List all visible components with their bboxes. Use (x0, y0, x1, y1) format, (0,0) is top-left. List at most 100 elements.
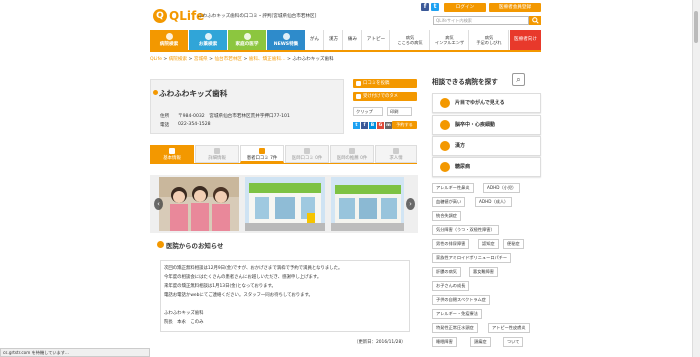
nav-label: 手足のしびれ (476, 40, 502, 45)
staff-photo[interactable] (159, 177, 239, 231)
notice-line: 次回の矯正無料相談は12月9日(金)ですが、おかげさまで満枠で予約で満員となりま… (164, 266, 343, 271)
share-mail-icon[interactable]: m (385, 122, 392, 129)
breadcrumb: QLife > 病院検索 > 宮城県 > 仙台市若林区 > 歯科、矯正歯科… >… (150, 57, 334, 62)
building-photo[interactable] (245, 177, 325, 231)
tab-label: 求人情 (389, 156, 403, 161)
reserve-button[interactable]: 予約する (392, 121, 417, 129)
building-photo-2-image (331, 177, 404, 231)
tag-link[interactable]: 統合失調症 (432, 211, 461, 221)
tab-label: 詳細情報 (208, 156, 226, 161)
clip-button[interactable]: クリップ (353, 107, 383, 116)
nav-news[interactable]: NEWS特集 (267, 30, 305, 50)
tab-basic-info[interactable]: 基本情報 (150, 145, 194, 163)
tag-link[interactable]: 肝膿の病気 (432, 267, 461, 277)
tag-link[interactable]: アトピー性皮膚炎 (488, 323, 530, 333)
scrollbar-thumb[interactable] (694, 11, 698, 43)
nav-influenza[interactable]: 病気 インフルエンザ (431, 30, 469, 50)
medical-staff-button[interactable]: 医療者向け (510, 30, 541, 50)
address-value: 〒984-0032 宮城県仙台市若林区荒井字押口77-101 (178, 114, 290, 119)
tag-link[interactable]: 男性の排尿障害 (432, 239, 470, 249)
notice-line: 電話お電話かwebにてご連絡ください。スタッフ一同お待ちしております。 (164, 293, 313, 298)
chevron-right-icon[interactable]: › (406, 198, 415, 210)
page-tagline: ふわふわキッズ歯科の口コミ・評判[宮城県仙台市若林区] (198, 14, 317, 19)
breadcrumb-item[interactable]: 仙台市若林区 (214, 57, 242, 62)
scrollbar[interactable] (692, 0, 700, 357)
tag-link[interactable]: ADHD（成人） (475, 197, 513, 207)
updated-date: （更新日：2016/11/28） (354, 340, 406, 345)
breadcrumb-item[interactable]: QLife (150, 57, 162, 62)
facebook-icon[interactable]: f (421, 3, 429, 11)
phone-value: 022-354-1528 (178, 122, 211, 127)
building-photo-2[interactable] (331, 177, 404, 231)
post-review-button[interactable]: 口コミを投稿 (353, 79, 417, 88)
tag-link[interactable]: 認知症 (478, 239, 499, 249)
breadcrumb-current: ふわふわキッズ歯科 (292, 57, 334, 62)
tag-link[interactable]: ADHD（小児） (483, 183, 521, 193)
tag-link[interactable]: 血糖値が高い (432, 197, 466, 207)
magnifier-icon (531, 17, 539, 24)
nav-cancer[interactable]: がん (306, 30, 324, 50)
detail-icon (214, 148, 220, 154)
breadcrumb-item[interactable]: 病院検索 (169, 57, 187, 62)
tag-link[interactable]: 子供の自閉スペクトラム症 (432, 295, 490, 305)
news-icon (282, 33, 290, 40)
tab-doctor-reviews[interactable]: 医師口コミ 0件 (285, 145, 329, 163)
print-button[interactable]: 印刷 (387, 107, 412, 116)
pill-icon (204, 33, 212, 40)
info-icon (169, 148, 175, 154)
notice-title: 医院からのお知らせ (166, 242, 224, 250)
tag-link[interactable]: ついて (503, 337, 524, 347)
chevron-left-icon[interactable]: ‹ (154, 198, 163, 210)
tag-link[interactable]: 家族性アミロイドポリニューロパチー (432, 253, 512, 263)
breadcrumb-item[interactable]: 宮城県 (194, 57, 208, 62)
tag-link[interactable]: お子さんの成長 (432, 281, 470, 291)
breadcrumb-item[interactable]: 歯科、矯正歯科… (249, 57, 286, 62)
tab-patient-reviews[interactable]: 患者口コミ 7件 (240, 145, 284, 163)
address-label: 住所 (160, 114, 170, 119)
nav-pain[interactable]: 痛み (344, 30, 362, 50)
tag-link[interactable]: アレルギー性鼻炎 (432, 183, 474, 193)
nav-drug-search[interactable]: お薬検索 (189, 30, 227, 50)
tag-link[interactable]: 頭痛症 (470, 337, 491, 347)
blood-drop-icon (440, 162, 450, 172)
notice-line: ふわふわキッズ歯科 (164, 311, 204, 316)
tab-underline (150, 163, 417, 164)
share-google-icon[interactable]: G (377, 122, 384, 129)
notice-line: 今年度の相談会にはたくさんの患者さんにお越しいただき、感謝申し上げます。 (164, 275, 322, 280)
tag-link[interactable]: 悪女難障害 (469, 267, 498, 277)
tag-link[interactable]: 特発性正常圧水頭症 (432, 323, 478, 333)
eye-icon (440, 98, 450, 108)
share-twitter-icon[interactable]: t (353, 122, 360, 129)
nav-hospital-search[interactable]: 病院検索 (150, 30, 188, 50)
logo-mark[interactable]: Q (153, 9, 167, 23)
nav-mental[interactable]: 病気 こころの病気 (391, 30, 430, 50)
tab-label: 医師口コミ 0件 (291, 156, 323, 161)
nav-home-medicine[interactable]: 家庭の医学 (228, 30, 266, 50)
twitter-icon[interactable]: t (431, 3, 439, 11)
nav-numbness[interactable]: 病気 手足のしびれ (470, 30, 509, 50)
search-icon[interactable]: ⌕ (512, 73, 525, 86)
nav-kampo[interactable]: 漢方 (325, 30, 343, 50)
member-register-button[interactable]: 医療者会員登録 (489, 3, 541, 12)
tab-detail-info[interactable]: 詳細情報 (195, 145, 239, 163)
clinic-name: ふわふわキッズ歯科 (159, 89, 228, 98)
site-search-input[interactable]: QLifeサイト内検索 (433, 16, 529, 25)
login-button[interactable]: ログイン (444, 3, 486, 12)
nav-label: 病院検索 (159, 42, 179, 47)
nav-label: お薬検索 (198, 42, 218, 47)
tag-link[interactable]: アレルギー・免疫療法 (432, 309, 482, 319)
tag-link[interactable]: 気分障害（うつ・双極性障害） (432, 225, 499, 235)
tag-link[interactable]: 便秘症 (503, 239, 524, 249)
job-icon (393, 148, 399, 154)
tab-doctor-recommend[interactable]: 医師の推薦 0件 (330, 145, 374, 163)
hospital-icon (165, 33, 173, 40)
tab-label: 医師の推薦 0件 (336, 156, 368, 161)
share-facebook-icon[interactable]: f (361, 122, 368, 129)
reception-button[interactable]: 受け付けでのタメ (353, 92, 417, 101)
nav-atopy[interactable]: アトピー (363, 30, 390, 50)
search-button[interactable] (529, 16, 541, 25)
share-hatena-icon[interactable]: B (369, 122, 376, 129)
nav-label: 家庭の医学 (235, 42, 259, 47)
tab-jobs[interactable]: 求人情 (375, 145, 417, 163)
tag-link[interactable]: 睡眠障害 (432, 337, 457, 347)
